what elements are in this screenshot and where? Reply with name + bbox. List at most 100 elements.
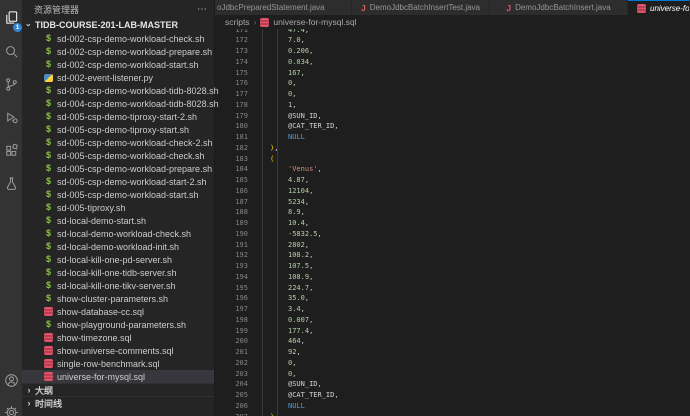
sidebar-file-sd-002-event-listener.py[interactable]: sd-002-event-listener.py: [22, 71, 214, 84]
code-editor[interactable]: 171 47.4, 172 7.0, 173 0.206, 174 0.034,…: [215, 29, 690, 416]
file-type-icon: $: [44, 164, 53, 173]
code-line-207[interactable]: 207 ): [215, 412, 690, 416]
code-line-188[interactable]: 188 8.9,: [215, 207, 690, 218]
line-content: 5234,: [262, 197, 309, 208]
account-icon[interactable]: [0, 366, 22, 394]
code-line-186[interactable]: 186 12104,: [215, 186, 690, 197]
sidebar-file-sd-002-csp-demo-workload-start.sh[interactable]: $ sd-002-csp-demo-workload-start.sh: [22, 58, 214, 71]
code-line-181[interactable]: 181 NULL: [215, 132, 690, 143]
code-line-174[interactable]: 174 0.034,: [215, 57, 690, 68]
code-line-179[interactable]: 179 @SUN_ID,: [215, 111, 690, 122]
file-type-icon: $: [44, 177, 53, 186]
testing-icon[interactable]: [0, 169, 22, 197]
sidebar-file-sd-005-csp-demo-workload-check-2.sh[interactable]: $ sd-005-csp-demo-workload-check-2.sh: [22, 136, 214, 149]
code-line-187[interactable]: 187 5234,: [215, 197, 690, 208]
file-type-icon: $: [44, 125, 53, 134]
sidebar-file-sd-local-kill-one-tidb-server.sh[interactable]: $ sd-local-kill-one-tidb-server.sh: [22, 266, 214, 279]
code-line-178[interactable]: 178 1,: [215, 100, 690, 111]
sidebar-file-sd-002-csp-demo-workload-prepare.sh[interactable]: $ sd-002-csp-demo-workload-prepare.sh: [22, 45, 214, 58]
sidebar-file-sd-005-csp-demo-workload-prepare.sh[interactable]: $ sd-005-csp-demo-workload-prepare.sh: [22, 162, 214, 175]
sidebar-file-show-database-cc.sql[interactable]: show-database-cc.sql: [22, 305, 214, 318]
run-debug-icon[interactable]: [0, 103, 22, 131]
code-line-191[interactable]: 191 2802,: [215, 240, 690, 251]
code-line-189[interactable]: 189 10.4,: [215, 218, 690, 229]
sidebar-file-sd-005-tiproxy.sh[interactable]: $ sd-005-tiproxy.sh: [22, 201, 214, 214]
file-name-label: sd-005-csp-demo-workload-check-2.sh: [57, 138, 213, 148]
sidebar-file-sd-local-kill-one-tikv-server.sh[interactable]: $ sd-local-kill-one-tikv-server.sh: [22, 279, 214, 292]
sidebar-file-sd-local-kill-one-pd-server.sh[interactable]: $ sd-local-kill-one-pd-server.sh: [22, 253, 214, 266]
sidebar-file-sd-004-csp-demo-workload-tidb-8028.sh[interactable]: $ sd-004-csp-demo-workload-tidb-8028.sh: [22, 97, 214, 110]
code-line-196[interactable]: 196 35.0,: [215, 293, 690, 304]
explorer-title: 资源管理器: [34, 3, 79, 16]
file-type-icon: $: [44, 268, 53, 277]
sidebar-file-sd-002-csp-demo-workload-check.sh[interactable]: $ sd-002-csp-demo-workload-check.sh: [22, 32, 214, 45]
file-type-icon: $: [44, 60, 53, 69]
search-icon[interactable]: [0, 37, 22, 65]
sidebar-file-sd-005-csp-demo-workload-check.sh[interactable]: $ sd-005-csp-demo-workload-check.sh: [22, 149, 214, 162]
line-number: 198: [215, 315, 248, 326]
code-line-190[interactable]: 190 -5832.5,: [215, 229, 690, 240]
code-line-202[interactable]: 202 0,: [215, 358, 690, 369]
sidebar-file-sd-local-demo-workload-init.sh[interactable]: $ sd-local-demo-workload-init.sh: [22, 240, 214, 253]
sidebar-file-universe-for-mysql.sql[interactable]: universe-for-mysql.sql: [22, 370, 214, 383]
settings-gear-icon[interactable]: 1: [0, 398, 22, 416]
code-line-194[interactable]: 194 108.9,: [215, 272, 690, 283]
explorer-icon[interactable]: 1: [0, 3, 22, 31]
breadcrumb-folder[interactable]: scripts: [225, 17, 250, 27]
breadcrumb-file[interactable]: universe-for-mysql.sql: [273, 17, 356, 27]
line-number: 206: [215, 401, 248, 412]
sidebar-file-sd-005-csp-demo-tiproxy-start-2.sh[interactable]: $ sd-005-csp-demo-tiproxy-start-2.sh: [22, 110, 214, 123]
code-line-193[interactable]: 193 107.5,: [215, 261, 690, 272]
sidebar-file-show-universe-comments.sql[interactable]: show-universe-comments.sql: [22, 344, 214, 357]
sidebar-file-sd-003-csp-demo-workload-tidb-8028.sh[interactable]: $ sd-003-csp-demo-workload-tidb-8028.sh: [22, 84, 214, 97]
sidebar-file-sd-005-csp-demo-workload-start.sh[interactable]: $ sd-005-csp-demo-workload-start.sh: [22, 188, 214, 201]
line-content: 35.0,: [262, 293, 309, 304]
code-line-182[interactable]: 182 ),: [215, 143, 690, 154]
code-line-197[interactable]: 197 3.4,: [215, 304, 690, 315]
line-content: 0,: [262, 78, 296, 89]
code-line-195[interactable]: 195 224.7,: [215, 283, 690, 294]
sidebar-file-sd-local-demo-workload-check.sh[interactable]: $ sd-local-demo-workload-check.sh: [22, 227, 214, 240]
file-type-icon: $: [44, 138, 53, 147]
sidebar-file-single-row-benchmark.sql[interactable]: single-row-benchmark.sql: [22, 357, 214, 370]
code-line-180[interactable]: 180 @CAT_TER_ID,: [215, 121, 690, 132]
file-name-label: sd-002-csp-demo-workload-start.sh: [57, 60, 199, 70]
explorer-more-actions-icon[interactable]: ⋯: [197, 4, 208, 15]
code-line-172[interactable]: 172 7.0,: [215, 35, 690, 46]
tab-oJdbcPreparedStatement.java[interactable]: oJdbcPreparedStatement.java: [215, 0, 352, 15]
code-line-199[interactable]: 199 177.4,: [215, 326, 690, 337]
line-content: 2802,: [262, 240, 309, 251]
code-line-198[interactable]: 198 0.007,: [215, 315, 690, 326]
source-control-icon[interactable]: [0, 70, 22, 98]
code-line-185[interactable]: 185 4.87,: [215, 175, 690, 186]
code-line-177[interactable]: 177 0,: [215, 89, 690, 100]
code-line-205[interactable]: 205 @CAT_TER_ID,: [215, 390, 690, 401]
code-line-173[interactable]: 173 0.206,: [215, 46, 690, 57]
code-line-183[interactable]: 183 (: [215, 154, 690, 165]
code-line-176[interactable]: 176 0,: [215, 78, 690, 89]
code-line-201[interactable]: 201 92,: [215, 347, 690, 358]
sidebar-file-show-timezone.sql[interactable]: show-timezone.sql: [22, 331, 214, 344]
code-line-175[interactable]: 175 167,: [215, 68, 690, 79]
sidebar-file-show-playground-parameters.sh[interactable]: $ show-playground-parameters.sh: [22, 318, 214, 331]
activity-bar: 1: [0, 0, 22, 416]
sidebar-section-大纲[interactable]: › 大纲: [22, 383, 214, 396]
root-folder-label: TIDB-COURSE-201-LAB-MASTER: [35, 20, 178, 30]
root-folder-header[interactable]: › TIDB-COURSE-201-LAB-MASTER: [22, 18, 214, 32]
code-line-203[interactable]: 203 0,: [215, 369, 690, 380]
tab-DemoJdbcBatchInsertTest.java[interactable]: J DemoJdbcBatchInsertTest.java: [352, 0, 490, 15]
sidebar-file-show-cluster-parameters.sh[interactable]: $ show-cluster-parameters.sh: [22, 292, 214, 305]
code-line-204[interactable]: 204 @SUN_ID,: [215, 379, 690, 390]
extensions-icon[interactable]: [0, 136, 22, 164]
sidebar-section-时间线[interactable]: › 时间线: [22, 396, 214, 409]
code-line-200[interactable]: 200 464,: [215, 336, 690, 347]
tab-universe-for-mysql.sql[interactable]: universe-for-mysql.sql: [628, 0, 690, 15]
code-line-206[interactable]: 206 NULL: [215, 401, 690, 412]
sidebar-file-sd-local-demo-start.sh[interactable]: $ sd-local-demo-start.sh: [22, 214, 214, 227]
sidebar-file-sd-005-csp-demo-workload-start-2.sh[interactable]: $ sd-005-csp-demo-workload-start-2.sh: [22, 175, 214, 188]
file-name-label: sd-002-event-listener.py: [57, 73, 153, 83]
sidebar-file-sd-005-csp-demo-tiproxy-start.sh[interactable]: $ sd-005-csp-demo-tiproxy-start.sh: [22, 123, 214, 136]
tab-DemoJdbcBatchInsert.java[interactable]: J DemoJdbcBatchInsert.java: [490, 0, 628, 15]
code-line-184[interactable]: 184 'Venus',: [215, 164, 690, 175]
code-line-192[interactable]: 192 108.2,: [215, 250, 690, 261]
